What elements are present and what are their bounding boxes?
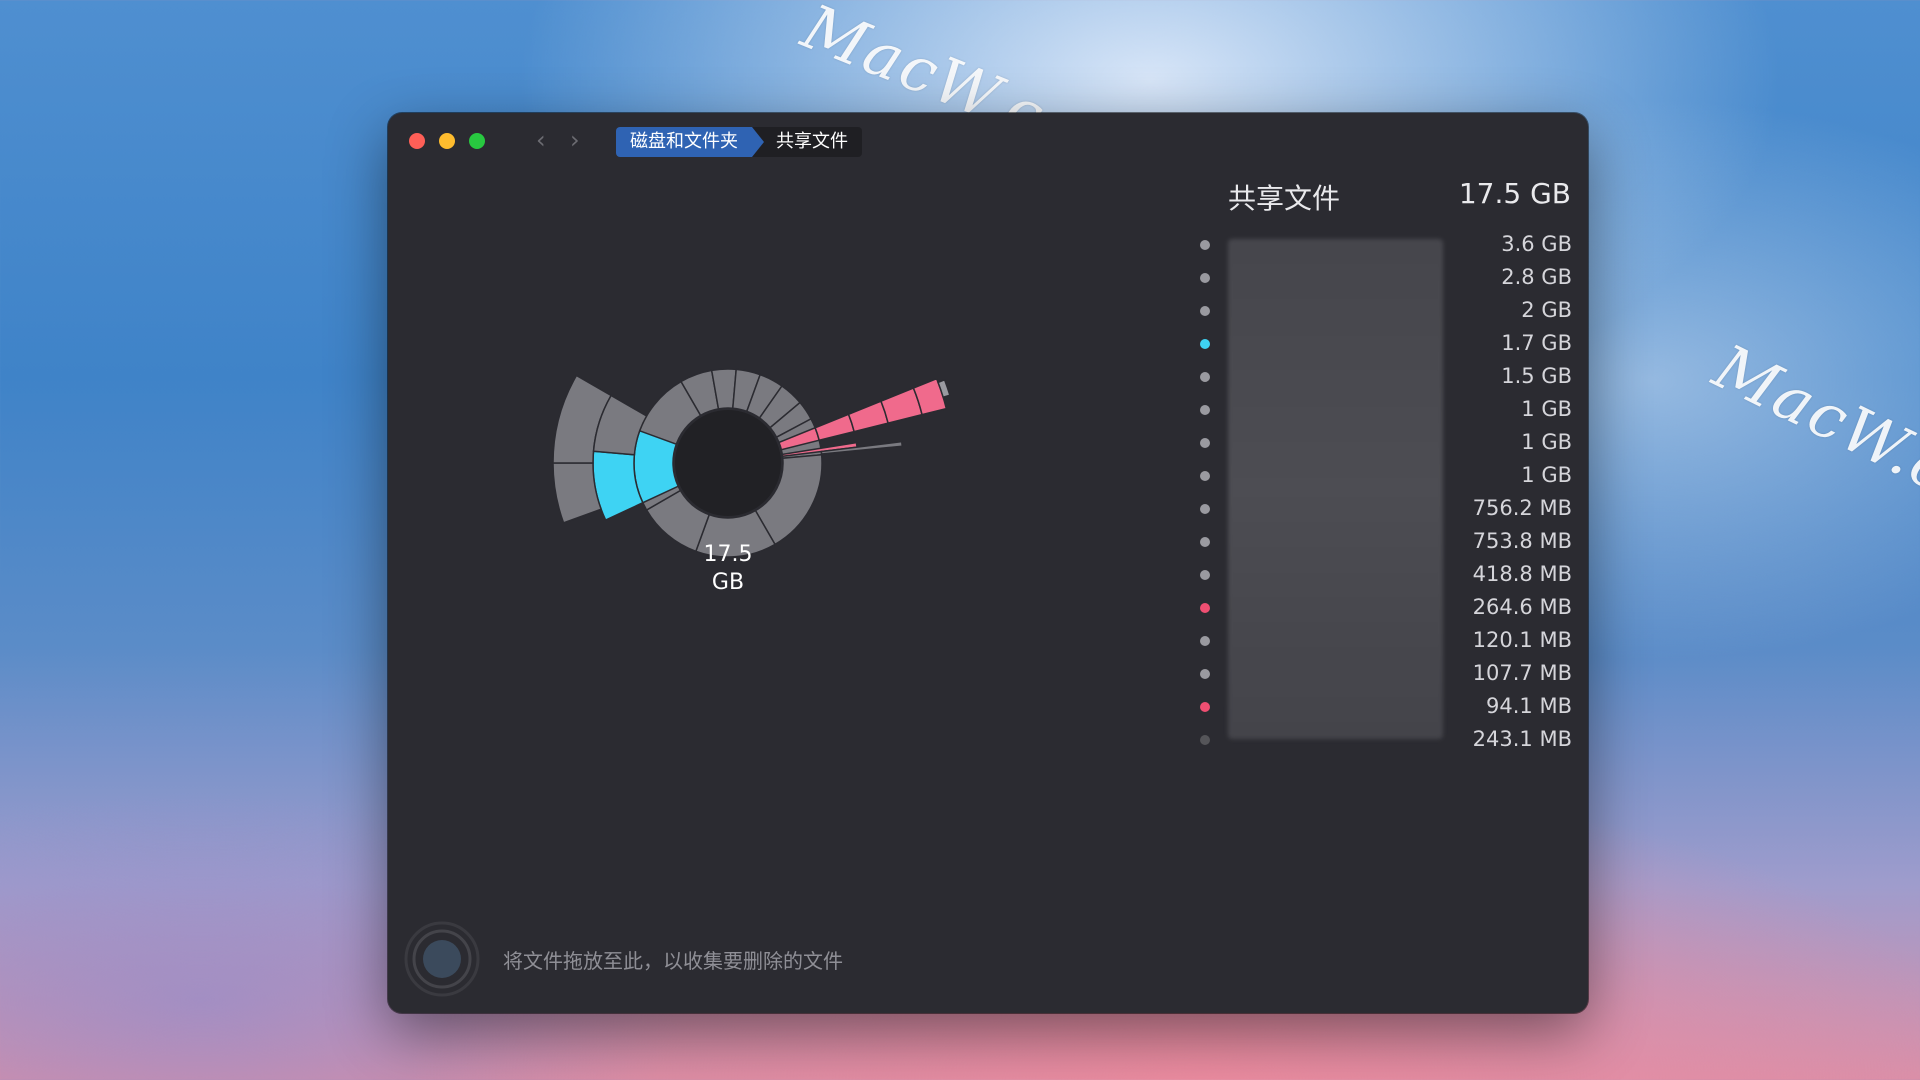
color-dot-icon <box>1200 438 1210 448</box>
file-size: 753.8 MB <box>1472 529 1572 553</box>
file-size: 120.1 MB <box>1472 628 1572 652</box>
drop-target-icon[interactable] <box>402 919 482 999</box>
sunburst-center[interactable] <box>675 410 781 516</box>
file-list-row[interactable]: 2 GB <box>1200 294 1572 327</box>
file-list-row[interactable]: 2.8 GB <box>1200 261 1572 294</box>
panel-title: 共享文件 <box>1228 182 1341 215</box>
file-size: 94.1 MB <box>1486 694 1572 718</box>
file-list-row[interactable]: 120.1 MB <box>1200 624 1572 657</box>
file-list-row[interactable]: 1 GB <box>1200 426 1572 459</box>
panel-total-size: 17.5 GB <box>1458 177 1571 210</box>
file-list: 3.6 GB 2.8 GB 2 GB 1.7 GB 1.5 GB 1 GB 1 GB 1 GB… <box>1200 228 1572 756</box>
file-list-row[interactable]: 1.7 GB <box>1200 327 1572 360</box>
color-dot-icon <box>1200 735 1210 745</box>
file-list-row[interactable]: 1 GB <box>1200 393 1572 426</box>
color-dot-icon <box>1200 636 1210 646</box>
color-dot-icon <box>1200 702 1210 712</box>
color-dot-icon <box>1200 570 1210 580</box>
file-list-row[interactable]: 756.2 MB <box>1200 492 1572 525</box>
file-size: 2.8 GB <box>1501 265 1572 289</box>
color-dot-icon <box>1200 372 1210 382</box>
sunburst-segment[interactable] <box>552 462 603 524</box>
file-size: 756.2 MB <box>1472 496 1572 520</box>
color-dot-icon <box>1200 504 1210 514</box>
watermark-right: MacW.com <box>1702 330 1920 552</box>
color-dot-icon <box>1200 405 1210 415</box>
drop-zone-hint: 将文件拖放至此，以收集要删除的文件 <box>503 949 843 973</box>
file-size: 243.1 MB <box>1472 727 1572 751</box>
sunburst-segment-pink[interactable] <box>814 413 856 442</box>
file-list-row[interactable]: 753.8 MB <box>1200 525 1572 558</box>
total-size-value: 17.5 <box>703 542 753 567</box>
color-dot-icon <box>1200 240 1210 250</box>
total-size-label: 17.5 GB <box>678 541 778 597</box>
color-dot-icon <box>1200 471 1210 481</box>
file-size: 2 GB <box>1521 298 1572 322</box>
color-dot-icon <box>1200 603 1210 613</box>
file-size: 418.8 MB <box>1472 562 1572 586</box>
file-list-row[interactable]: 264.6 MB <box>1200 591 1572 624</box>
file-size: 1 GB <box>1521 430 1572 454</box>
file-list-row[interactable]: 107.7 MB <box>1200 657 1572 690</box>
file-size: 1 GB <box>1521 463 1572 487</box>
file-size: 1.5 GB <box>1501 364 1572 388</box>
color-dot-icon <box>1200 306 1210 316</box>
file-list-row[interactable]: 1 GB <box>1200 459 1572 492</box>
file-size: 1.7 GB <box>1501 331 1572 355</box>
file-list-row[interactable]: 94.1 MB <box>1200 690 1572 723</box>
file-size: 3.6 GB <box>1501 232 1572 256</box>
color-dot-icon <box>1200 537 1210 547</box>
file-list-row[interactable]: 243.1 MB <box>1200 723 1572 756</box>
color-dot-icon <box>1200 339 1210 349</box>
color-dot-icon <box>1200 669 1210 679</box>
app-window: ‹ › 磁盘和文件夹 共享文件 17.5 GB 共享文件 17.5 GB 3.6… <box>388 113 1588 1013</box>
file-list-row[interactable]: 1.5 GB <box>1200 360 1572 393</box>
total-size-unit: GB <box>711 570 745 595</box>
file-list-row[interactable]: 418.8 MB <box>1200 558 1572 591</box>
color-dot-icon <box>1200 273 1210 283</box>
file-list-row[interactable]: 3.6 GB <box>1200 228 1572 261</box>
file-size: 1 GB <box>1521 397 1572 421</box>
file-size: 107.7 MB <box>1472 661 1572 685</box>
file-size: 264.6 MB <box>1472 595 1572 619</box>
